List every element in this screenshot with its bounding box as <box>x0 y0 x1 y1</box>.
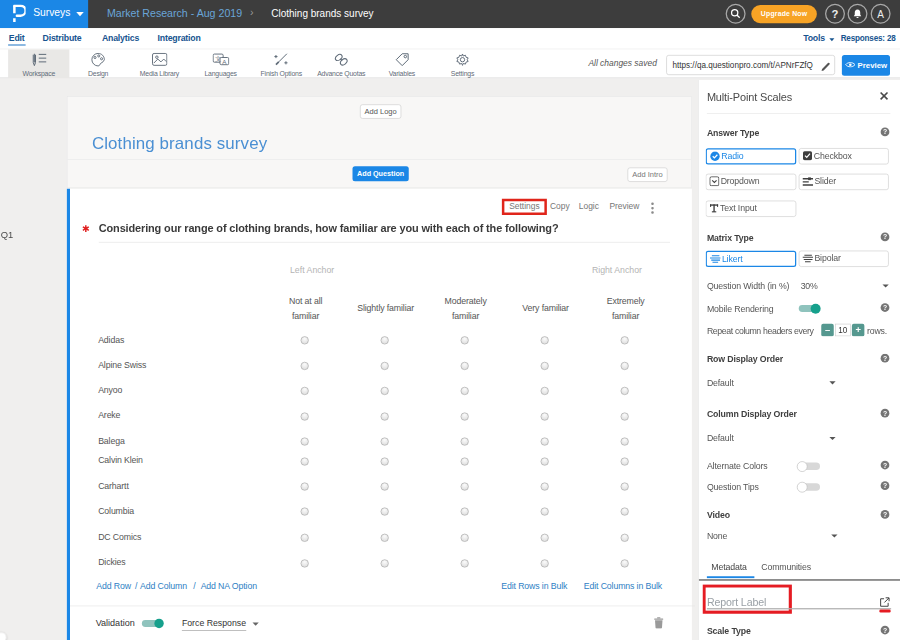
svg-text:文: 文 <box>215 55 221 62</box>
